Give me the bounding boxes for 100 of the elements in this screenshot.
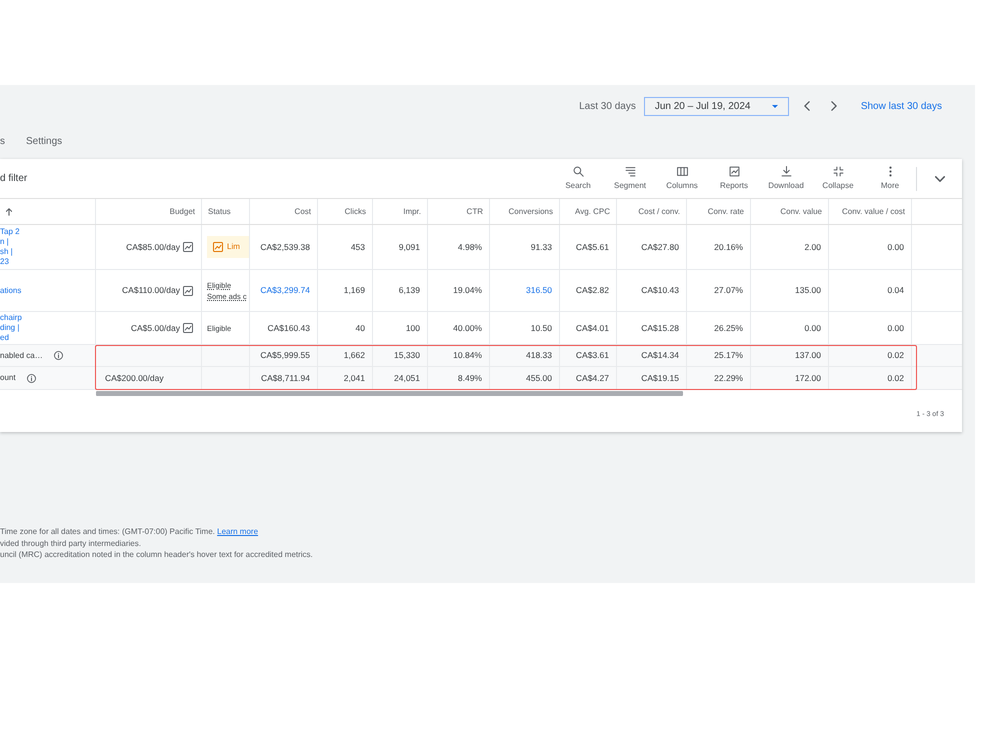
table-cell: CA$4.01 (560, 312, 617, 344)
table-cell: 24,051 (373, 367, 428, 389)
total-label: nabled ca… (0, 350, 43, 362)
table-cell: CA$15.28 (617, 312, 687, 344)
metric-link[interactable]: CA$3,299.74 (250, 270, 318, 311)
toolbar-button[interactable]: Segment (604, 159, 656, 198)
line-chart-icon (213, 242, 223, 252)
table-cell: CA$2,539.38 (250, 225, 318, 269)
download-icon (780, 166, 792, 176)
table-cell: 2.00 (751, 225, 829, 269)
column-header[interactable]: Conversions (490, 199, 560, 224)
toolbar-button[interactable]: Columns (656, 159, 708, 198)
column-header[interactable]: Clicks (318, 199, 373, 224)
toolbar-button[interactable]: More (864, 159, 916, 198)
table-cell: 40 (318, 312, 373, 344)
line-chart-icon[interactable] (183, 242, 193, 252)
total-label: ount (0, 372, 16, 384)
info-icon[interactable] (54, 351, 63, 360)
column-header[interactable]: Budget (96, 199, 202, 224)
toolbar-button[interactable]: Collapse (812, 159, 864, 198)
table-cell: 40.00% (428, 312, 490, 344)
info-icon[interactable] (26, 374, 36, 382)
table-cell: 137.00 (751, 345, 829, 366)
table-cell: 0.00 (829, 312, 912, 344)
chevron-left-icon[interactable] (804, 101, 810, 111)
table-cell: CA$14.34 (617, 345, 687, 366)
table-cell: 453 (318, 225, 373, 269)
column-header[interactable]: Status (202, 199, 250, 224)
footer-note: vided through third party intermediaries. (0, 538, 142, 549)
column-header[interactable]: Conv. value / cost (829, 199, 912, 224)
table-cell: 25.17% (687, 345, 751, 366)
table-cell: 0.04 (829, 270, 912, 311)
table-cell: 100 (373, 312, 428, 344)
table-cell: 2,041 (318, 367, 373, 389)
table-cell: 4.98% (428, 225, 490, 269)
table-cell: 0.02 (829, 367, 912, 389)
chevron-right-icon[interactable] (830, 101, 837, 111)
table-cell: 26.25% (687, 312, 751, 344)
tab[interactable]: s (0, 134, 5, 149)
column-header[interactable]: CTR (428, 199, 490, 224)
chart-icon (728, 166, 740, 176)
scrollbar-thumb[interactable] (96, 391, 683, 396)
chevron-down-icon[interactable] (934, 176, 944, 182)
budget-amount: CA$5.00/day (130, 322, 180, 334)
table-cell: CA$8,711.94 (250, 367, 318, 389)
table-cell: 1,169 (318, 270, 373, 311)
column-header[interactable]: Conv. rate (687, 199, 751, 224)
date-range-label: Last 30 days (579, 100, 636, 114)
table-cell: 9,091 (373, 225, 428, 269)
table-cell: 172.00 (751, 367, 829, 389)
table-cell: 91.33 (490, 225, 560, 269)
column-header[interactable]: Impr. (373, 199, 428, 224)
date-shortcut-link[interactable]: Show last 30 days (860, 98, 942, 114)
toolbar-button[interactable]: Download (760, 159, 812, 198)
lines-icon (624, 166, 636, 176)
campaign-name-link[interactable]: chairp ding | ed (0, 313, 22, 343)
search-icon (572, 166, 584, 176)
caret-down-icon (772, 104, 778, 108)
columns-icon (676, 166, 688, 176)
table-cell: 22.29% (687, 367, 751, 389)
budget-amount: CA$200.00/day (105, 372, 164, 384)
table-cell: 15,330 (373, 345, 428, 366)
column-header[interactable]: Conv. value (751, 199, 829, 224)
filter-button[interactable]: d filter (0, 171, 28, 186)
budget-amount: CA$85.00/day (126, 240, 180, 254)
table-cell: 1,662 (318, 345, 373, 366)
line-chart-icon[interactable] (183, 286, 193, 296)
table-cell: 0.00 (829, 225, 912, 269)
line-chart-icon[interactable] (183, 323, 193, 333)
table-cell: 0.02 (829, 345, 912, 366)
metric-link[interactable]: 316.50 (490, 270, 560, 311)
table-cell: CA$3.61 (560, 345, 617, 366)
tab[interactable]: Settings (26, 134, 62, 149)
status-text: Lim (227, 241, 240, 253)
campaign-name-link[interactable]: ations (0, 286, 22, 296)
table-cell: 10.50 (490, 312, 560, 344)
table-cell: 6,139 (373, 270, 428, 311)
campaign-name-link[interactable]: Tap 2 n | sh | 23 (0, 227, 20, 267)
table-cell: 135.00 (751, 270, 829, 311)
table-cell: CA$5,999.55 (250, 345, 318, 366)
table-cell: CA$5.61 (560, 225, 617, 269)
sort-arrow-up-icon[interactable] (6, 208, 12, 216)
column-header[interactable]: Cost (250, 199, 318, 224)
table-cell: 19.04% (428, 270, 490, 311)
table-cell: CA$2.82 (560, 270, 617, 311)
toolbar-button[interactable]: Search (552, 159, 604, 198)
collapse-icon (832, 166, 844, 176)
learn-more-link[interactable]: Learn more (217, 527, 258, 536)
table-cell: CA$27.80 (617, 225, 687, 269)
date-range-dropdown[interactable]: Jun 20 – Jul 19, 2024 (644, 96, 789, 116)
table-cell: 10.84% (428, 345, 490, 366)
column-header[interactable]: Cost / conv. (617, 199, 687, 224)
table-cell: 8.49% (428, 367, 490, 389)
table-cell: 455.00 (490, 367, 560, 389)
footer-note: Time zone for all dates and times: (GMT-07:00) Pacific Time. Learn more (0, 526, 260, 538)
table-cell: CA$10.43 (617, 270, 687, 311)
table-cell: 20.16% (687, 225, 751, 269)
toolbar-button[interactable]: Reports (708, 159, 760, 198)
footer-note: uncil (MRC) accreditation noted in the column header's hover text for accredited metrics. (0, 549, 314, 560)
column-header[interactable]: Avg. CPC (560, 199, 617, 224)
